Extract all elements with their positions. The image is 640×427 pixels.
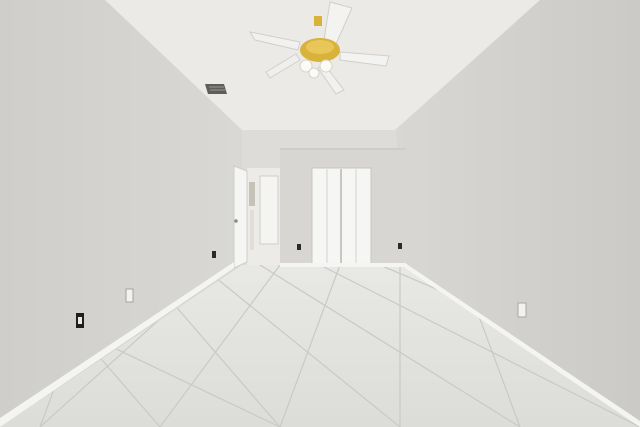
- electrical-outlet-icon: [125, 288, 134, 303]
- air-vent-icon: [205, 84, 227, 94]
- electrical-outlet-icon: [297, 244, 301, 250]
- baseboard-back: [280, 263, 406, 267]
- closet-doors: [311, 167, 372, 267]
- electrical-outlet-icon: [76, 313, 84, 328]
- hallway-doorway: [247, 168, 280, 266]
- electrical-outlet-icon: [212, 251, 216, 258]
- room-illustration: [0, 0, 640, 427]
- light-switch-icon: [517, 302, 527, 318]
- electrical-outlet-icon: [398, 243, 402, 249]
- room-door: [233, 165, 248, 269]
- room-photo: [0, 0, 640, 427]
- door-knob: [234, 219, 238, 223]
